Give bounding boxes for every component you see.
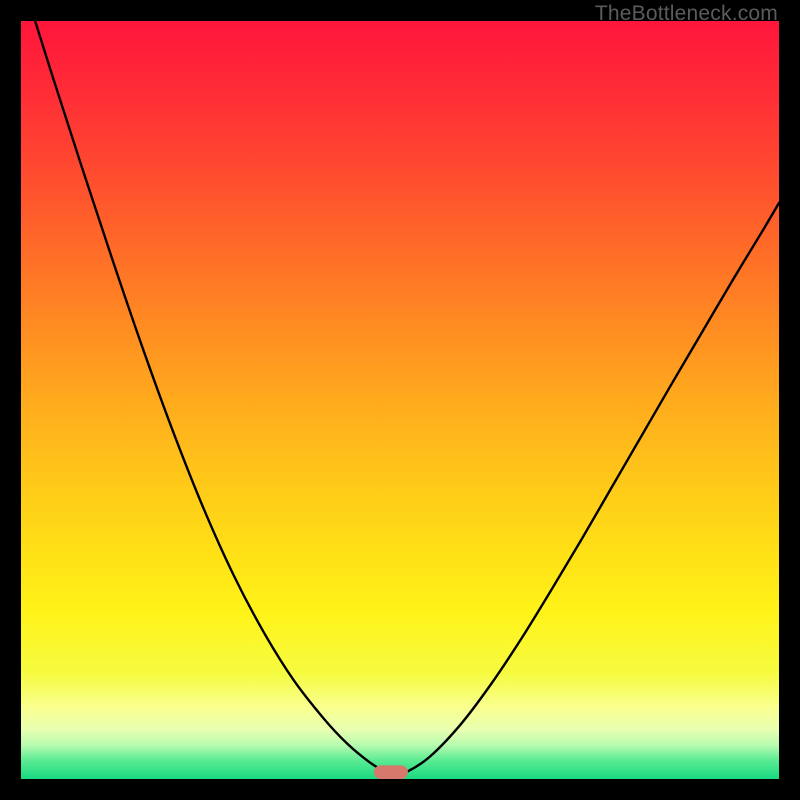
plot-svg <box>21 21 779 779</box>
plot-area <box>21 21 779 779</box>
optimum-marker <box>374 765 408 779</box>
gradient-background <box>21 21 779 779</box>
watermark-text: TheBottleneck.com <box>595 2 778 26</box>
chart-frame: TheBottleneck.com <box>0 0 800 800</box>
